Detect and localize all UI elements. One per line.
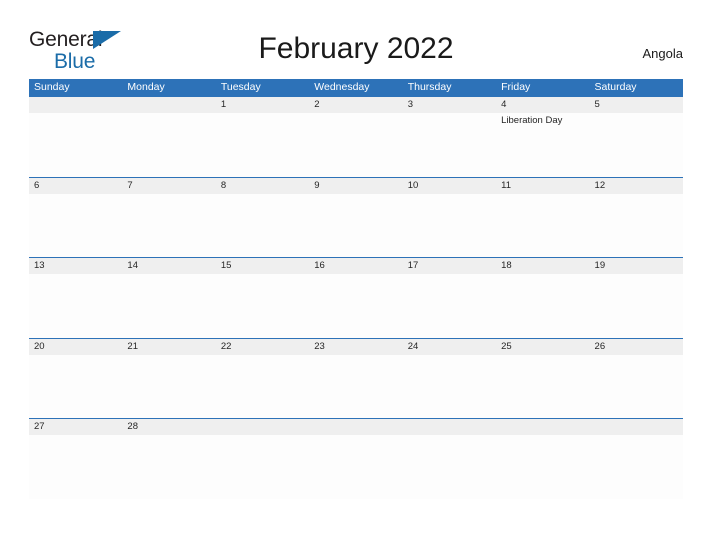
event-band <box>29 355 683 417</box>
day-cell[interactable] <box>590 113 683 175</box>
date-number[interactable]: 14 <box>122 258 215 274</box>
date-number[interactable]: 22 <box>216 339 309 355</box>
page-title: February 2022 <box>258 32 454 65</box>
day-cell[interactable] <box>122 355 215 417</box>
day-cell[interactable] <box>403 355 496 417</box>
empty-date-cell <box>590 419 683 435</box>
date-number[interactable]: 17 <box>403 258 496 274</box>
day-cell[interactable] <box>122 194 215 256</box>
date-number[interactable]: 21 <box>122 339 215 355</box>
empty-day-cell <box>216 435 309 497</box>
day-cell[interactable] <box>122 274 215 336</box>
event-band <box>29 435 683 497</box>
empty-date-cell <box>216 419 309 435</box>
date-number[interactable]: 20 <box>29 339 122 355</box>
day-cell[interactable]: Liberation Day <box>496 113 589 175</box>
day-cell[interactable] <box>496 194 589 256</box>
weekday-header-thursday: Thursday <box>407 81 452 93</box>
date-number[interactable]: 10 <box>403 178 496 194</box>
empty-day-cell <box>496 435 589 497</box>
week-row: 20 21 22 23 24 25 26 <box>29 337 683 418</box>
empty-day-cell <box>122 113 215 175</box>
day-cell[interactable] <box>29 274 122 336</box>
calendar-grid: Sunday Monday Tuesday Wednesday Thursday Frid… <box>29 79 683 499</box>
date-number[interactable]: 18 <box>496 258 589 274</box>
day-cell[interactable] <box>29 435 122 497</box>
date-number-band: 20 21 22 23 24 25 26 <box>29 338 683 355</box>
day-cell[interactable] <box>403 113 496 175</box>
date-number[interactable]: 9 <box>309 178 402 194</box>
day-cell[interactable] <box>590 194 683 256</box>
weekday-header-monday: Monday <box>127 81 165 93</box>
date-number[interactable]: 1 <box>216 97 309 113</box>
weekday-header-tuesday: Tuesday <box>220 81 261 93</box>
date-number[interactable]: 4 <box>496 97 589 113</box>
day-cell[interactable] <box>309 355 402 417</box>
date-number[interactable]: 2 <box>309 97 402 113</box>
week-row: 6 7 8 9 10 11 12 <box>29 176 683 257</box>
date-number[interactable]: 5 <box>590 97 683 113</box>
date-number[interactable]: 12 <box>590 178 683 194</box>
week-row: 27 28 <box>29 418 683 499</box>
day-cell[interactable] <box>29 194 122 256</box>
date-number[interactable]: 23 <box>309 339 402 355</box>
page-header: General Blue February 2022 Angola <box>0 0 712 78</box>
day-cell[interactable] <box>29 355 122 417</box>
empty-date-cell <box>29 97 122 113</box>
date-number[interactable]: 8 <box>216 178 309 194</box>
date-number[interactable]: 26 <box>590 339 683 355</box>
week-rows-container: 1 2 3 4 5 Liberation Day 6 7 8 9 10 11 12 13 14 15 16 17 1… <box>29 96 683 499</box>
date-number[interactable]: 28 <box>122 419 215 435</box>
date-number[interactable]: 19 <box>590 258 683 274</box>
empty-date-cell <box>403 419 496 435</box>
date-number[interactable]: 25 <box>496 339 589 355</box>
week-row: 1 2 3 4 5 Liberation Day <box>29 96 683 177</box>
date-number-band: 27 28 <box>29 419 683 435</box>
event-band <box>29 274 683 336</box>
event-band <box>29 194 683 256</box>
date-number[interactable]: 13 <box>29 258 122 274</box>
weekday-header-wednesday: Wednesday <box>314 81 370 93</box>
week-row: 13 14 15 16 17 18 19 <box>29 257 683 338</box>
date-number[interactable]: 7 <box>122 178 215 194</box>
empty-date-cell <box>122 97 215 113</box>
day-cell[interactable] <box>216 355 309 417</box>
date-number[interactable]: 6 <box>29 178 122 194</box>
day-cell[interactable] <box>122 435 215 497</box>
day-cell[interactable] <box>309 113 402 175</box>
day-cell[interactable] <box>403 274 496 336</box>
date-number-band: 12345 <box>29 97 683 113</box>
empty-date-cell <box>309 419 402 435</box>
event-band: Liberation Day <box>29 113 683 175</box>
empty-day-cell <box>403 435 496 497</box>
date-number-band: 13 14 15 16 17 18 19 <box>29 258 683 274</box>
day-cell[interactable] <box>496 274 589 336</box>
day-cell[interactable] <box>309 274 402 336</box>
weekday-header-sunday: Sunday <box>34 81 70 93</box>
weekday-header-row: Sunday Monday Tuesday Wednesday Thursday Frid… <box>29 79 683 96</box>
date-number[interactable]: 15 <box>216 258 309 274</box>
country-label: Angola <box>642 46 683 61</box>
empty-date-cell <box>496 419 589 435</box>
date-number[interactable]: 3 <box>403 97 496 113</box>
day-cell[interactable] <box>216 194 309 256</box>
weekday-header-friday: Friday <box>501 81 531 93</box>
date-number[interactable]: 27 <box>29 419 122 435</box>
empty-day-cell <box>309 435 402 497</box>
day-cell[interactable] <box>216 113 309 175</box>
day-cell[interactable] <box>216 274 309 336</box>
empty-day-cell <box>29 113 122 175</box>
weekday-header-saturday: Saturday <box>594 81 637 93</box>
holiday-label: Liberation Day <box>501 115 563 126</box>
day-cell[interactable] <box>309 194 402 256</box>
day-cell[interactable] <box>590 355 683 417</box>
date-number-band: 6 7 8 9 10 11 12 <box>29 177 683 194</box>
date-number[interactable]: 11 <box>496 178 589 194</box>
day-cell[interactable] <box>590 274 683 336</box>
day-cell[interactable] <box>403 194 496 256</box>
day-cell[interactable] <box>496 355 589 417</box>
date-number[interactable]: 24 <box>403 339 496 355</box>
empty-day-cell <box>590 435 683 497</box>
date-number[interactable]: 16 <box>309 258 402 274</box>
